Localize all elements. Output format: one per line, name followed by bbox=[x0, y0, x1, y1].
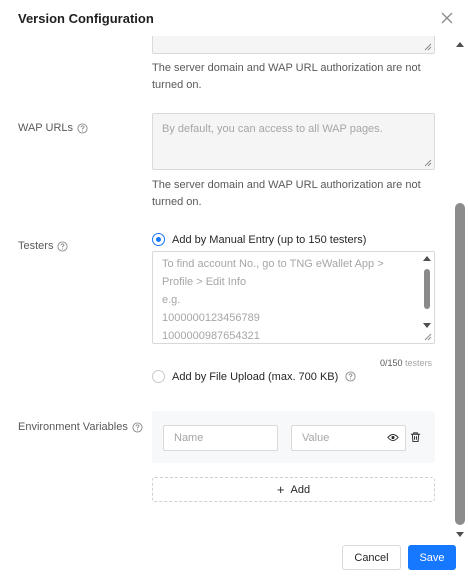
testers-counter: 0/150 testers bbox=[380, 358, 432, 368]
close-icon[interactable] bbox=[440, 11, 454, 25]
cancel-button[interactable]: Cancel bbox=[342, 545, 401, 570]
radio-file-upload-control[interactable] bbox=[152, 370, 165, 383]
help-icon[interactable] bbox=[77, 122, 88, 134]
plus-icon: + bbox=[276, 482, 285, 497]
testers-count-unit: testers bbox=[405, 358, 433, 368]
page-scroll-down-icon[interactable] bbox=[456, 532, 464, 537]
env-vars-label-text: Environment Variables bbox=[18, 421, 128, 433]
resize-grip-icon[interactable] bbox=[424, 333, 432, 341]
testers-scrollbar[interactable] bbox=[420, 252, 434, 343]
server-domain-textarea[interactable] bbox=[152, 36, 435, 54]
help-icon[interactable] bbox=[132, 421, 143, 433]
add-env-var-label: Add bbox=[290, 483, 311, 496]
eye-icon[interactable] bbox=[387, 433, 399, 442]
save-button[interactable]: Save bbox=[408, 545, 456, 570]
server-domain-hint: The server domain and WAP URL authorizat… bbox=[152, 62, 421, 91]
testers-label-text: Testers bbox=[18, 240, 54, 252]
page-scroll-thumb[interactable] bbox=[455, 203, 465, 525]
radio-file-upload-label: Add by File Upload (max. 700 KB) bbox=[172, 370, 339, 383]
testers-placeholder-line-4: 1000000123456789 bbox=[162, 312, 260, 324]
resize-grip-icon[interactable] bbox=[424, 43, 432, 51]
delete-icon[interactable] bbox=[410, 431, 421, 443]
scroll-up-icon[interactable] bbox=[423, 256, 431, 261]
radio-manual-entry[interactable]: Add by Manual Entry (up to 150 testers) bbox=[152, 233, 366, 246]
testers-placeholder-line-3: e.g. bbox=[162, 294, 181, 306]
help-icon[interactable] bbox=[345, 371, 356, 382]
testers-placeholder-line-5: 1000000987654321 bbox=[162, 330, 260, 342]
env-var-row: Name Value bbox=[152, 411, 435, 463]
radio-manual-entry-control[interactable] bbox=[152, 233, 165, 246]
scroll-thumb[interactable] bbox=[424, 269, 430, 309]
testers-textarea[interactable]: To find account No., go to TNG eWallet A… bbox=[152, 251, 435, 344]
wap-urls-hint: The server domain and WAP URL authorizat… bbox=[152, 179, 421, 208]
wap-urls-label-text: WAP URLs bbox=[18, 122, 74, 134]
testers-label: Testers bbox=[18, 240, 69, 252]
dialog-body: The server domain and WAP URL authorizat… bbox=[0, 36, 468, 534]
testers-count: 0/150 bbox=[380, 358, 403, 368]
add-env-var-button[interactable]: + Add bbox=[152, 477, 435, 502]
testers-placeholder-line-2: Profile > Edit Info bbox=[162, 276, 247, 288]
wap-urls-placeholder: By default, you can access to all WAP pa… bbox=[162, 123, 383, 135]
scroll-down-icon[interactable] bbox=[423, 323, 431, 328]
dialog-header: Version Configuration bbox=[0, 0, 468, 40]
wap-urls-label: WAP URLs bbox=[18, 122, 88, 134]
radio-manual-entry-label: Add by Manual Entry (up to 150 testers) bbox=[172, 233, 367, 246]
dialog-title: Version Configuration bbox=[18, 11, 154, 26]
resize-grip-icon[interactable] bbox=[424, 159, 432, 167]
radio-file-upload[interactable]: Add by File Upload (max. 700 KB) bbox=[152, 370, 356, 383]
testers-placeholder-line-1: To find account No., go to TNG eWallet A… bbox=[162, 258, 384, 270]
page-scroll-up-icon[interactable] bbox=[456, 42, 464, 47]
env-vars-label: Environment Variables bbox=[18, 421, 143, 433]
help-icon[interactable] bbox=[57, 240, 69, 252]
env-name-input[interactable]: Name bbox=[163, 425, 278, 451]
wap-urls-textarea[interactable]: By default, you can access to all WAP pa… bbox=[152, 113, 435, 170]
